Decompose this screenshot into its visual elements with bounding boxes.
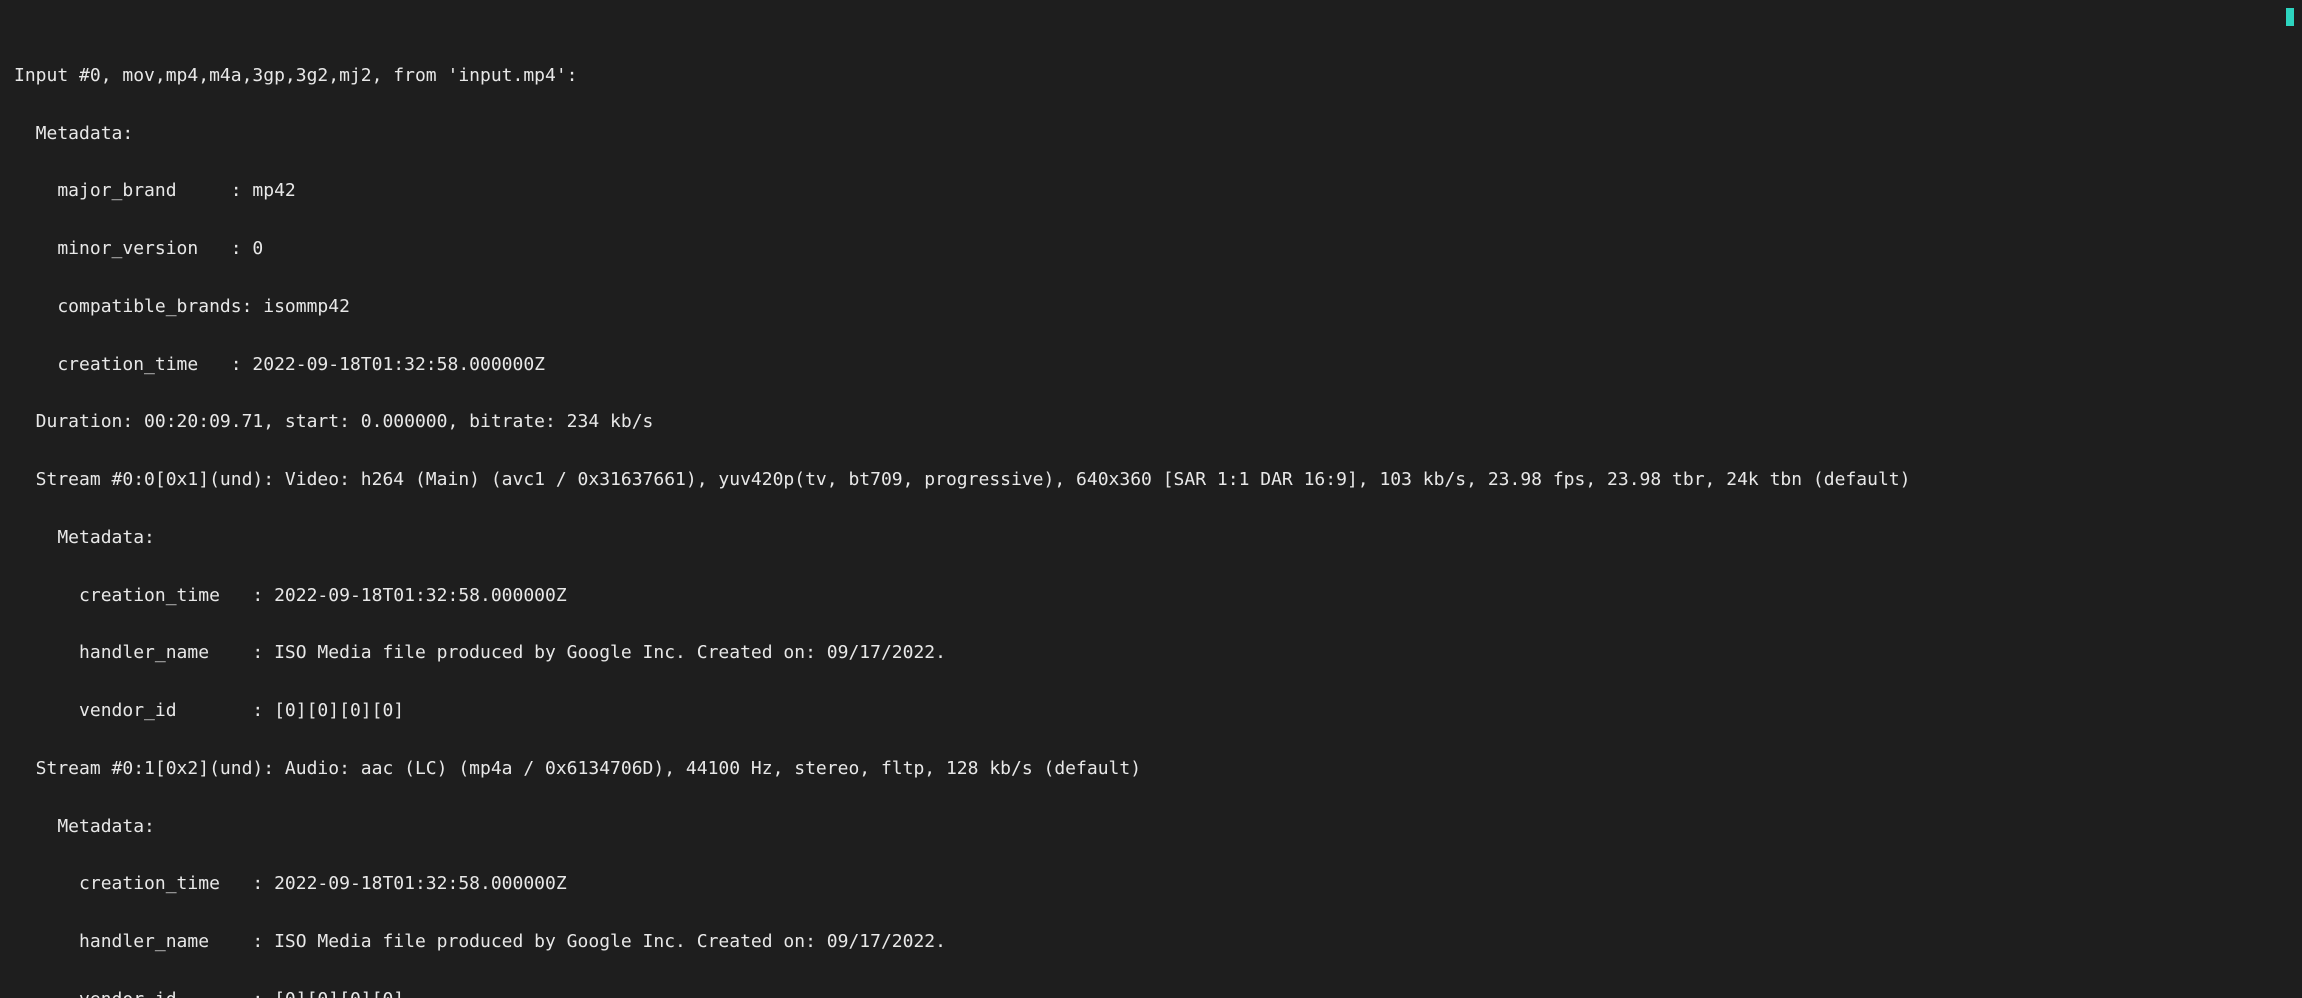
- output-line: Metadata:: [14, 528, 2288, 547]
- output-line: creation_time : 2022-09-18T01:32:58.0000…: [14, 586, 2288, 605]
- scrollbar-indicator: [2286, 8, 2294, 26]
- output-line: minor_version : 0: [14, 239, 2288, 258]
- output-line: Metadata:: [14, 124, 2288, 143]
- output-line: handler_name : ISO Media file produced b…: [14, 932, 2288, 951]
- output-line: vendor_id : [0][0][0][0]: [14, 701, 2288, 720]
- output-line: Duration: 00:20:09.71, start: 0.000000, …: [14, 412, 2288, 431]
- output-line: major_brand : mp42: [14, 181, 2288, 200]
- output-line: Metadata:: [14, 817, 2288, 836]
- output-line: creation_time : 2022-09-18T01:32:58.0000…: [14, 355, 2288, 374]
- output-line: Stream #0:1[0x2](und): Audio: aac (LC) (…: [14, 759, 2288, 778]
- output-line: Input #0, mov,mp4,m4a,3gp,3g2,mj2, from …: [14, 66, 2288, 85]
- output-line: creation_time : 2022-09-18T01:32:58.0000…: [14, 874, 2288, 893]
- output-line: Stream #0:0[0x1](und): Video: h264 (Main…: [14, 470, 2288, 489]
- output-line: compatible_brands: isommp42: [14, 297, 2288, 316]
- output-line: handler_name : ISO Media file produced b…: [14, 643, 2288, 662]
- output-line: vendor_id : [0][0][0][0]: [14, 990, 2288, 998]
- terminal-output[interactable]: Input #0, mov,mp4,m4a,3gp,3g2,mj2, from …: [0, 0, 2302, 998]
